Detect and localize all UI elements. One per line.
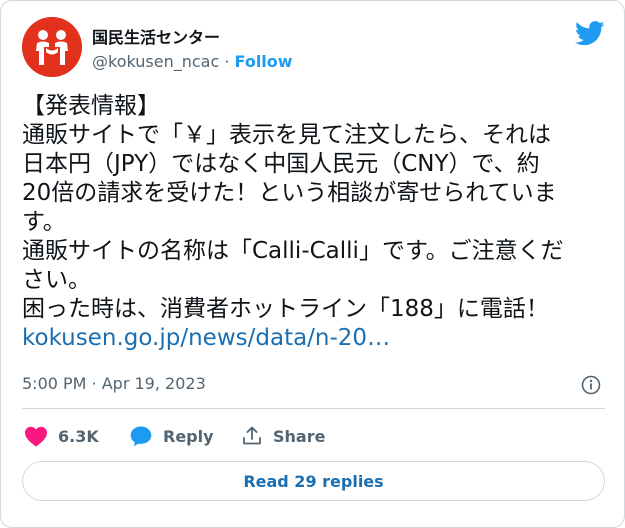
read-replies-button[interactable]: Read 29 replies — [22, 461, 605, 501]
tweet-body-line: 通販サイトで「￥」表示を見て注文したら、それは — [22, 122, 551, 148]
tweet-body-line: す。 — [22, 209, 66, 235]
tweet-link[interactable]: kokusen.go.jp/news/data/n-20… — [22, 324, 612, 353]
author-handle-row: @kokusen_ncac · Follow — [92, 52, 293, 71]
like-count: 6.3K — [58, 426, 99, 446]
tweet-timestamp[interactable]: 5:00 PM · Apr 19, 2023 — [22, 374, 206, 393]
share-icon — [243, 426, 261, 445]
tweet-body-line: 困った時は、消費者ホットライン「188」に電話！ — [22, 296, 549, 322]
tweet-body-line: 通販サイトの名称は「Calli-Calli」です。ご注意くだ — [22, 238, 564, 264]
share-button[interactable]: Share — [241, 421, 325, 451]
tweet-body-line: さい。 — [22, 267, 91, 293]
tweet-body: 【発表情報】 通販サイトで「￥」表示を見て注文したら、それは 日本円（JPY）で… — [22, 92, 612, 353]
share-label: Share — [273, 426, 326, 446]
tweet-body-line: 20倍の請求を受けた！という相談が寄せられていま — [22, 180, 557, 206]
separator-dot: · — [224, 52, 230, 71]
reply-label: Reply — [163, 426, 214, 446]
avatar-logo-icon — [22, 17, 82, 77]
like-button[interactable]: 6.3K — [24, 421, 99, 451]
follow-button[interactable]: Follow — [235, 52, 293, 71]
info-icon[interactable] — [581, 375, 601, 395]
author-display-name[interactable]: 国民生活センター — [92, 24, 220, 48]
tweet-body-line: 【発表情報】 — [22, 93, 160, 119]
avatar[interactable] — [22, 17, 82, 77]
reply-button[interactable]: Reply — [129, 421, 214, 451]
tweet-card: 国民生活センター @kokusen_ncac · Follow 【発表情報】 通… — [0, 0, 625, 528]
speech-bubble-icon — [130, 426, 152, 447]
heart-icon — [25, 426, 47, 447]
tweet-body-line: 日本円（JPY）ではなく中国人民元（CNY）で、約 — [22, 151, 540, 177]
tweet-actions: 6.3K Reply Share — [22, 421, 605, 451]
divider — [22, 408, 605, 409]
twitter-bird-icon[interactable] — [575, 21, 605, 46]
author-handle[interactable]: @kokusen_ncac — [92, 52, 219, 71]
